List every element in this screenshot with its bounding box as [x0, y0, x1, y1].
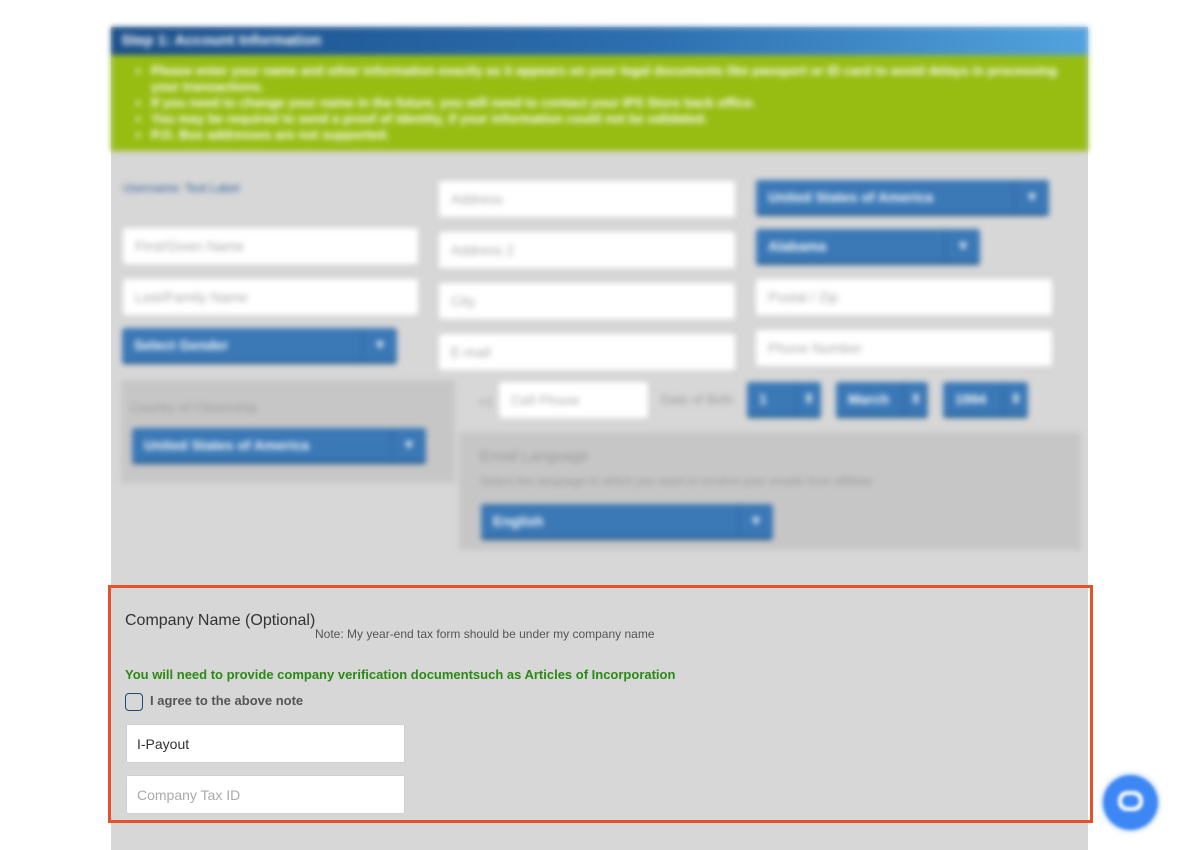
chat-bubble-inner — [1122, 795, 1139, 807]
chevron-down-icon: ▼ — [362, 328, 397, 361]
gender-select-value: Select Gender — [134, 337, 229, 353]
state-select[interactable]: Alabama ▼ — [756, 229, 980, 265]
email-language-title: Email Language — [480, 448, 589, 465]
notice-item: If you need to change your name in the f… — [151, 95, 1068, 111]
dob-day-select[interactable]: 1 ⇕ — [747, 382, 821, 418]
notice-item: Please enter your name and other informa… — [151, 63, 1068, 95]
language-select-value: English — [493, 513, 544, 529]
address-input[interactable]: Address — [438, 180, 736, 218]
dob-year-value: 1994 — [955, 391, 987, 407]
state-select-value: Alabama — [768, 238, 827, 254]
phone-input[interactable]: Phone Number — [755, 329, 1053, 367]
company-note: Note: My year-end tax form should be und… — [315, 627, 655, 641]
cell-prefix: +1 — [478, 394, 493, 409]
citizenship-select[interactable]: United States of America ▼ — [132, 428, 426, 464]
country-select-value: United States of America — [768, 189, 934, 205]
chevron-updown-icon: ⇕ — [903, 382, 928, 415]
verification-notice: You will need to provide company verific… — [125, 667, 676, 682]
agree-label[interactable]: I agree to the above note — [150, 693, 303, 708]
citizenship-label: Country of Citizenship — [130, 400, 258, 415]
notice-item: P.O. Box addresses are not supported. — [151, 127, 1068, 143]
last-name-input[interactable]: Last/Family Name — [122, 278, 419, 316]
language-select[interactable]: English ▼ — [481, 504, 773, 540]
email-input[interactable]: E-mail — [438, 333, 736, 371]
company-name-title: Company Name (Optional) — [125, 612, 316, 629]
dob-month-select[interactable]: March ⇕ — [836, 382, 928, 418]
country-select[interactable]: United States of America ▼ — [756, 180, 1049, 216]
email-language-desc: Select the language in which you want to… — [480, 474, 873, 488]
chevron-down-icon: ▼ — [945, 229, 980, 262]
chevron-down-icon: ▼ — [391, 428, 426, 461]
dob-day-value: 1 — [759, 391, 767, 407]
notice-box: Please enter your name and other informa… — [111, 55, 1088, 151]
company-name-input[interactable] — [126, 724, 405, 763]
chevron-updown-icon: ⇕ — [1003, 382, 1028, 415]
gender-select[interactable]: Select Gender ▼ — [122, 328, 397, 364]
step-header: Step 1: Account Information — [111, 27, 1088, 55]
username-label: Username: Test Label — [123, 181, 240, 195]
address2-input[interactable]: Address 2 — [438, 231, 736, 269]
dob-month-value: March — [848, 391, 890, 407]
postal-input[interactable]: Postal / Zip — [755, 278, 1053, 316]
agree-checkbox[interactable] — [125, 693, 143, 711]
dob-year-select[interactable]: 1994 ⇕ — [943, 382, 1028, 418]
chevron-updown-icon: ⇕ — [796, 382, 821, 415]
chat-button[interactable] — [1103, 775, 1158, 830]
chevron-down-icon: ▼ — [1014, 180, 1049, 213]
company-tax-id-input[interactable] — [126, 775, 405, 814]
cell-phone-input[interactable]: Cell Phone — [498, 381, 649, 419]
dob-label: Date of Birth — [661, 392, 734, 407]
citizenship-select-value: United States of America — [144, 437, 310, 453]
chevron-down-icon: ▼ — [738, 504, 773, 537]
city-input[interactable]: City — [438, 282, 736, 320]
notice-item: You may be required to send a proof of i… — [151, 111, 1068, 127]
first-name-input[interactable]: First/Given Name — [122, 227, 419, 265]
